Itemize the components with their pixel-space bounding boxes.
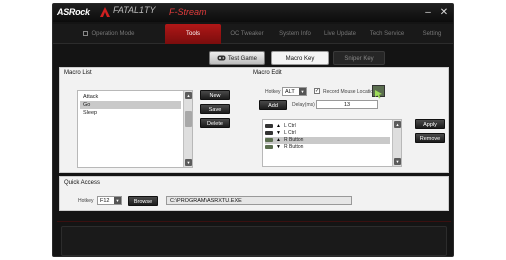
new-macro-button[interactable]: New [200, 90, 230, 100]
product-name: FATAL1TY [113, 5, 156, 15]
tab-live-update[interactable]: Live Update [317, 24, 363, 44]
event-label: L Ctrl [284, 123, 296, 129]
macro-panel: Macro List Macro Edit Attack Go Sleep ▲ … [59, 67, 449, 173]
delay-label: Delay(ms) [292, 102, 315, 108]
event-label: R Button [284, 144, 304, 150]
gamepad-icon [217, 55, 226, 61]
scroll-down-icon[interactable]: ▼ [394, 158, 401, 165]
minimize-button[interactable]: – [421, 6, 435, 19]
title-bar: ASRock FATAL1TY F-Stream – ✕ [53, 4, 453, 22]
fatal1ty-logo-icon [100, 7, 110, 17]
cursor-arrow-icon [375, 90, 382, 99]
tab-label: Setting [422, 31, 442, 37]
select-value: ALT [285, 89, 295, 95]
mouse-icon [265, 144, 273, 149]
hotkey-label: Hotkey [78, 198, 94, 204]
add-event-button[interactable]: Add [259, 100, 287, 110]
arrow-up-icon: ▲ [276, 137, 281, 143]
list-item[interactable]: ▼ L Ctrl [265, 130, 390, 137]
quick-access-panel: Quick Access Hotkey F12 ▼ Browse C:\PROG… [59, 176, 449, 211]
browse-button[interactable]: Browse [128, 196, 158, 206]
fstream-window: ASRock FATAL1TY F-Stream – ✕ Operation M… [52, 3, 454, 257]
macro-listbox[interactable]: Attack Go Sleep ▲ ▼ [77, 90, 193, 168]
save-macro-button[interactable]: Save [200, 104, 230, 114]
asrock-logo: ASRock [57, 7, 90, 17]
scroll-thumb[interactable] [185, 111, 192, 127]
delay-input[interactable]: 13 [316, 100, 378, 109]
list-item[interactable]: Sleep [80, 109, 181, 117]
arrow-down-icon: ▼ [276, 130, 281, 136]
quick-hotkey-select[interactable]: F12 ▼ [97, 196, 122, 205]
record-mouse-checkbox[interactable]: ✓ [314, 88, 320, 94]
macro-edit-title: Macro Edit [253, 70, 282, 76]
divider [57, 221, 451, 222]
arrow-down-icon: ▼ [276, 144, 281, 150]
event-list-scrollbar[interactable]: ▲ ▼ [392, 120, 401, 166]
chevron-down-icon: ▼ [299, 88, 306, 95]
apply-button[interactable]: Apply [415, 119, 445, 129]
tab-setting[interactable]: Setting [413, 24, 451, 44]
close-button[interactable]: ✕ [437, 6, 451, 19]
tab-operation-mode[interactable]: Operation Mode [61, 24, 157, 44]
tab-label: Live Update [323, 31, 357, 37]
program-path-field[interactable]: C:\PROGRAM\ASRXTU.EXE [166, 196, 352, 205]
main-nav: Operation Mode Tools OC Tweaker System I… [53, 24, 453, 44]
tab-tech-service[interactable]: Tech Service [361, 24, 413, 44]
status-area [61, 226, 447, 256]
list-item[interactable]: ▲ L Ctrl [265, 123, 390, 130]
record-mouse-label: Record Mouse Location [323, 89, 376, 95]
list-item[interactable]: Go [80, 101, 181, 109]
tab-label: OC Tweaker [230, 31, 264, 37]
keyboard-icon [265, 130, 273, 135]
event-label: L Ctrl [284, 130, 296, 136]
delete-macro-button[interactable]: Delete [200, 118, 230, 128]
tab-tools[interactable]: Tools [165, 24, 221, 44]
mouse-location-icon[interactable] [372, 85, 385, 99]
keyboard-icon [265, 123, 273, 128]
event-listbox[interactable]: ▲ L Ctrl ▼ L Ctrl ▲ R Button ▼ R Button ▲ ▼ [262, 119, 402, 167]
grid-icon [83, 30, 89, 36]
scroll-up-icon[interactable]: ▲ [394, 121, 401, 128]
subtab-label: Macro Key [285, 56, 315, 62]
tab-label: Tech Service [369, 31, 405, 37]
subtab-macro-key[interactable]: Macro Key [271, 51, 329, 65]
macro-list-scrollbar[interactable]: ▲ ▼ [183, 91, 192, 167]
tab-label: System Info [279, 31, 311, 37]
mouse-icon [265, 137, 273, 142]
subtab-test-game[interactable]: Test Game [209, 51, 265, 65]
arrow-up-icon: ▲ [276, 123, 281, 129]
select-value: F12 [100, 198, 110, 204]
subtab-sniper-key[interactable]: Sniper Key [333, 51, 385, 65]
macro-hotkey-select[interactable]: ALT ▼ [282, 87, 307, 96]
list-item[interactable]: ▲ R Button [265, 137, 390, 144]
subtab-label: Sniper Key [344, 56, 374, 62]
remove-button[interactable]: Remove [415, 133, 445, 143]
window-title: F-Stream [169, 7, 207, 17]
event-label: R Button [284, 137, 304, 143]
tab-system-info[interactable]: System Info [271, 24, 319, 44]
macro-list-title: Macro List [64, 70, 92, 76]
tab-oc-tweaker[interactable]: OC Tweaker [223, 24, 271, 44]
quick-access-title: Quick Access [64, 180, 101, 186]
chevron-down-icon: ▼ [114, 197, 121, 204]
tab-label: Operation Mode [91, 31, 135, 37]
tab-label: Tools [185, 31, 200, 37]
scroll-down-icon[interactable]: ▼ [185, 159, 192, 166]
scroll-up-icon[interactable]: ▲ [185, 92, 192, 99]
list-item[interactable]: ▼ R Button [265, 144, 390, 151]
hotkey-label: Hotkey [265, 89, 281, 95]
list-item[interactable]: Attack [80, 93, 181, 101]
subtab-label: Test Game [227, 56, 257, 62]
tools-subtabs: Test Game Macro Key Sniper Key [53, 48, 453, 68]
